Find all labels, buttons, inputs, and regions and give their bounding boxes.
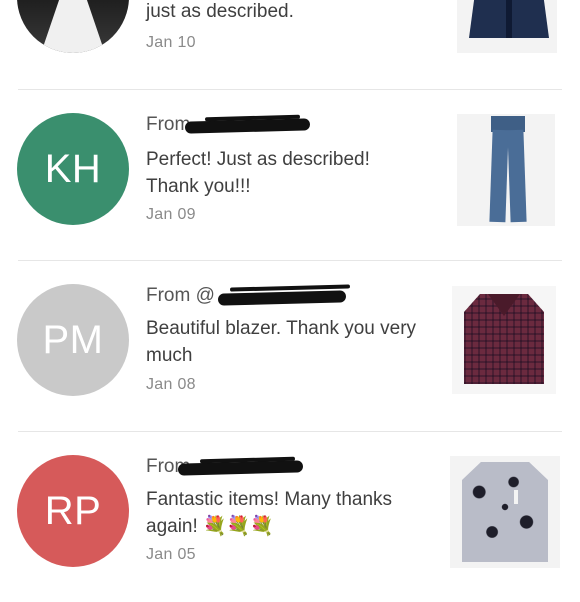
review-date: Jan 10 bbox=[146, 34, 196, 51]
product-thumbnail[interactable] bbox=[457, 0, 557, 53]
avatar[interactable]: PM bbox=[17, 284, 129, 396]
avatar-initials: KH bbox=[44, 146, 102, 191]
navy-blazer-image bbox=[469, 0, 549, 38]
price-tag bbox=[514, 490, 518, 504]
redaction-mark bbox=[177, 460, 304, 476]
review-from[interactable]: From @ bbox=[146, 285, 215, 307]
review-message: Fantastic items! Many thanks again! 💐💐💐 bbox=[146, 486, 421, 540]
product-thumbnail[interactable] bbox=[452, 286, 556, 394]
avatar[interactable]: KH bbox=[17, 113, 129, 225]
product-thumbnail[interactable] bbox=[450, 456, 560, 568]
printed-blouse-image bbox=[462, 462, 548, 562]
avatar[interactable]: RP bbox=[17, 455, 129, 567]
review-date: Jan 08 bbox=[146, 376, 196, 393]
avatar-photo bbox=[39, 0, 107, 53]
avatar-initials: PM bbox=[42, 317, 104, 362]
review-from[interactable]: From bbox=[146, 114, 190, 136]
review-message: Beautiful blazer. Thank you very much bbox=[146, 318, 417, 366]
review-item: just as described. Jan 10 bbox=[0, 0, 580, 88]
review-feed: just as described. Jan 10 KH From Perfec… bbox=[0, 0, 580, 580]
avatar-initials: RP bbox=[44, 488, 102, 533]
jeans-leg bbox=[507, 129, 527, 223]
review-item: RP From Fantastic items! Many thanks aga… bbox=[0, 432, 580, 602]
review-date: Jan 09 bbox=[146, 206, 196, 223]
review-message: Perfect! Just as described! Thank you!!! bbox=[146, 149, 370, 197]
review-item: PM From @ Beautiful blazer. Thank you ve… bbox=[0, 261, 580, 431]
from-label: From @ bbox=[146, 285, 215, 306]
from-label: From bbox=[146, 114, 191, 135]
jeans-leg bbox=[489, 129, 509, 223]
redaction-mark bbox=[217, 290, 347, 306]
review-message: just as described. bbox=[146, 1, 294, 22]
product-thumbnail[interactable] bbox=[457, 114, 555, 226]
redaction-mark bbox=[184, 118, 311, 134]
bouquet-emoji: 💐💐💐 bbox=[203, 516, 275, 537]
review-date: Jan 05 bbox=[146, 546, 196, 563]
avatar[interactable] bbox=[17, 0, 129, 53]
review-item: KH From Perfect! Just as described! Than… bbox=[0, 90, 580, 260]
